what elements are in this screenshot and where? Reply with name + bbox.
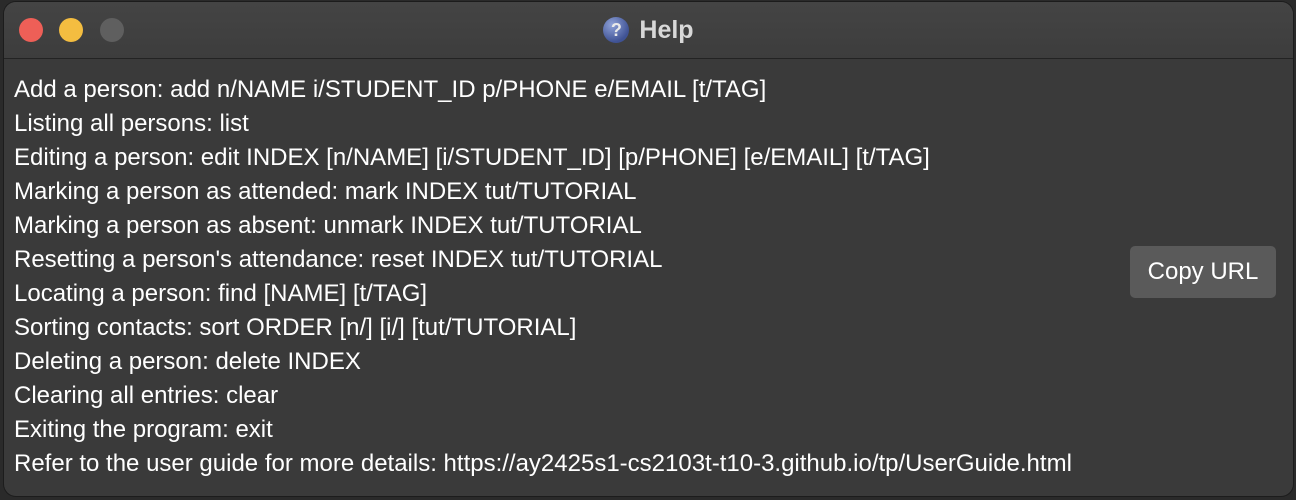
help-line-mark: Marking a person as attended: mark INDEX…: [14, 178, 637, 205]
help-line-list: Listing all persons: list: [14, 110, 249, 137]
help-question-icon: ?: [603, 17, 630, 43]
help-line-exit: Exiting the program: exit: [14, 416, 273, 443]
window-title-group: ? Help: [4, 2, 1293, 58]
help-line-add: Add a person: add n/NAME i/STUDENT_ID p/…: [14, 76, 767, 103]
help-line-user-guide-url: Refer to the user guide for more details…: [14, 450, 1072, 477]
help-line-unmark: Marking a person as absent: unmark INDEX…: [14, 212, 642, 239]
help-line-edit: Editing a person: edit INDEX [n/NAME] [i…: [14, 144, 930, 171]
help-window: ? Help Add a person: add n/NAME i/STUDEN…: [4, 2, 1293, 496]
help-content: Add a person: add n/NAME i/STUDENT_ID p/…: [4, 59, 1293, 481]
help-line-delete: Deleting a person: delete INDEX: [14, 348, 361, 375]
help-line-reset: Resetting a person's attendance: reset I…: [14, 246, 663, 273]
window-title: Help: [639, 15, 694, 44]
help-line-clear: Clearing all entries: clear: [14, 382, 279, 409]
help-line-find: Locating a person: find [NAME] [t/TAG]: [14, 280, 428, 307]
copy-url-button[interactable]: Copy URL: [1130, 246, 1276, 298]
help-line-sort: Sorting contacts: sort ORDER [n/] [i/] […: [14, 314, 577, 341]
title-bar[interactable]: ? Help: [4, 2, 1293, 59]
